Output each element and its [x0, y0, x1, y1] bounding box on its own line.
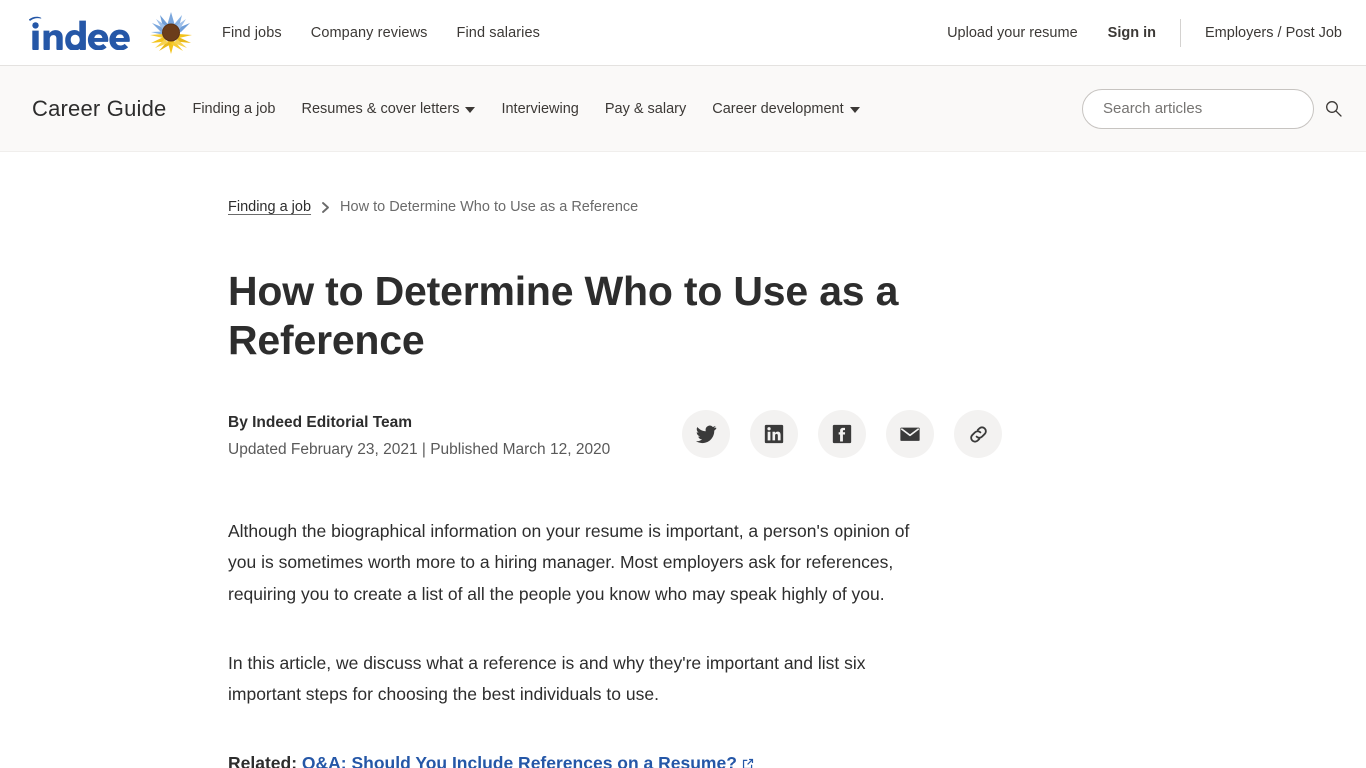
related-line: Related: Q&A: Should You Include Referen…	[228, 748, 918, 768]
search-icon[interactable]	[1324, 100, 1342, 118]
brand[interactable]: indeed	[24, 10, 194, 56]
primary-nav: Find jobs Company reviews Find salaries	[222, 25, 540, 41]
indeed-logo-link[interactable]	[24, 16, 136, 50]
nav-company-reviews[interactable]: Company reviews	[311, 25, 428, 41]
chevron-down-icon	[849, 106, 860, 113]
career-guide-bar: Career Guide Finding a job Resumes & cov…	[0, 66, 1366, 152]
cg-nav-label: Career development	[712, 100, 844, 117]
cg-nav-label: Pay & salary	[604, 100, 687, 117]
byline-row: By Indeed Editorial Team Updated Februar…	[228, 409, 1326, 460]
breadcrumb: Finding a job How to Determine Who to Us…	[228, 152, 1326, 215]
search-input[interactable]	[1101, 99, 1295, 118]
header-right-actions: Upload your resume Sign in Employers / P…	[947, 18, 1342, 47]
breadcrumb-current: How to Determine Who to Use as a Referen…	[340, 199, 639, 215]
link-icon	[967, 423, 990, 446]
byline: By Indeed Editorial Team Updated Februar…	[228, 409, 610, 460]
site-header: indeed	[0, 0, 1366, 66]
article-body: Although the biographical information on…	[228, 516, 918, 768]
twitter-icon	[695, 423, 717, 445]
article-paragraph: In this article, we discuss what a refer…	[228, 652, 866, 704]
career-guide-title[interactable]: Career Guide	[32, 96, 166, 122]
cg-nav-interviewing[interactable]: Interviewing	[501, 101, 578, 117]
page-title: How to Determine Who to Use as a Referen…	[228, 268, 899, 364]
cg-nav-career-development[interactable]: Career development	[712, 100, 860, 117]
share-twitter-button[interactable]	[682, 410, 731, 459]
email-icon	[899, 423, 921, 445]
nav-find-jobs[interactable]: Find jobs	[222, 25, 282, 41]
cg-nav-label: Resumes & cover letters	[301, 100, 460, 117]
chevron-right-icon	[320, 201, 331, 214]
external-link-icon	[741, 750, 755, 768]
sunflower-icon	[148, 10, 194, 56]
share-buttons	[682, 409, 1003, 459]
related-article-link[interactable]: Q&A: Should You Include References on a …	[302, 753, 737, 768]
sign-in-link[interactable]: Sign in	[1108, 25, 1156, 41]
share-linkedin-button[interactable]	[750, 410, 799, 459]
employers-post-job-link[interactable]: Employers / Post Job	[1205, 25, 1342, 41]
share-email-button[interactable]	[886, 410, 935, 459]
share-facebook-button[interactable]	[818, 410, 867, 459]
article-main: Finding a job How to Determine Who to Us…	[0, 152, 1366, 768]
article-paragraph: Although the biographical information on…	[228, 521, 910, 604]
indeed-logo-icon	[29, 16, 130, 50]
byline-author: By Indeed Editorial Team	[228, 414, 413, 432]
header-divider	[1180, 18, 1181, 47]
cg-nav-label: Finding a job	[192, 100, 276, 117]
chevron-down-icon	[465, 106, 476, 113]
linkedin-icon	[764, 424, 784, 444]
cg-nav-finding-a-job[interactable]: Finding a job	[192, 101, 275, 117]
article-search	[1082, 88, 1342, 129]
upload-resume-link[interactable]: Upload your resume	[947, 25, 1078, 41]
nav-find-salaries[interactable]: Find salaries	[457, 25, 541, 41]
copy-link-button[interactable]	[954, 410, 1003, 459]
related-label: Related:	[228, 753, 302, 768]
facebook-icon	[832, 424, 852, 444]
cg-nav-resumes-cover-letters[interactable]: Resumes & cover letters	[302, 101, 476, 117]
byline-dates: Updated February 23, 2021 | Published Ma…	[228, 440, 611, 458]
breadcrumb-parent-link[interactable]: Finding a job	[228, 199, 311, 215]
career-guide-nav: Finding a job Resumes & cover letters In…	[192, 100, 860, 117]
search-box[interactable]	[1082, 88, 1314, 129]
cg-nav-label: Interviewing	[501, 100, 579, 117]
cg-nav-pay-salary[interactable]: Pay & salary	[605, 101, 686, 117]
